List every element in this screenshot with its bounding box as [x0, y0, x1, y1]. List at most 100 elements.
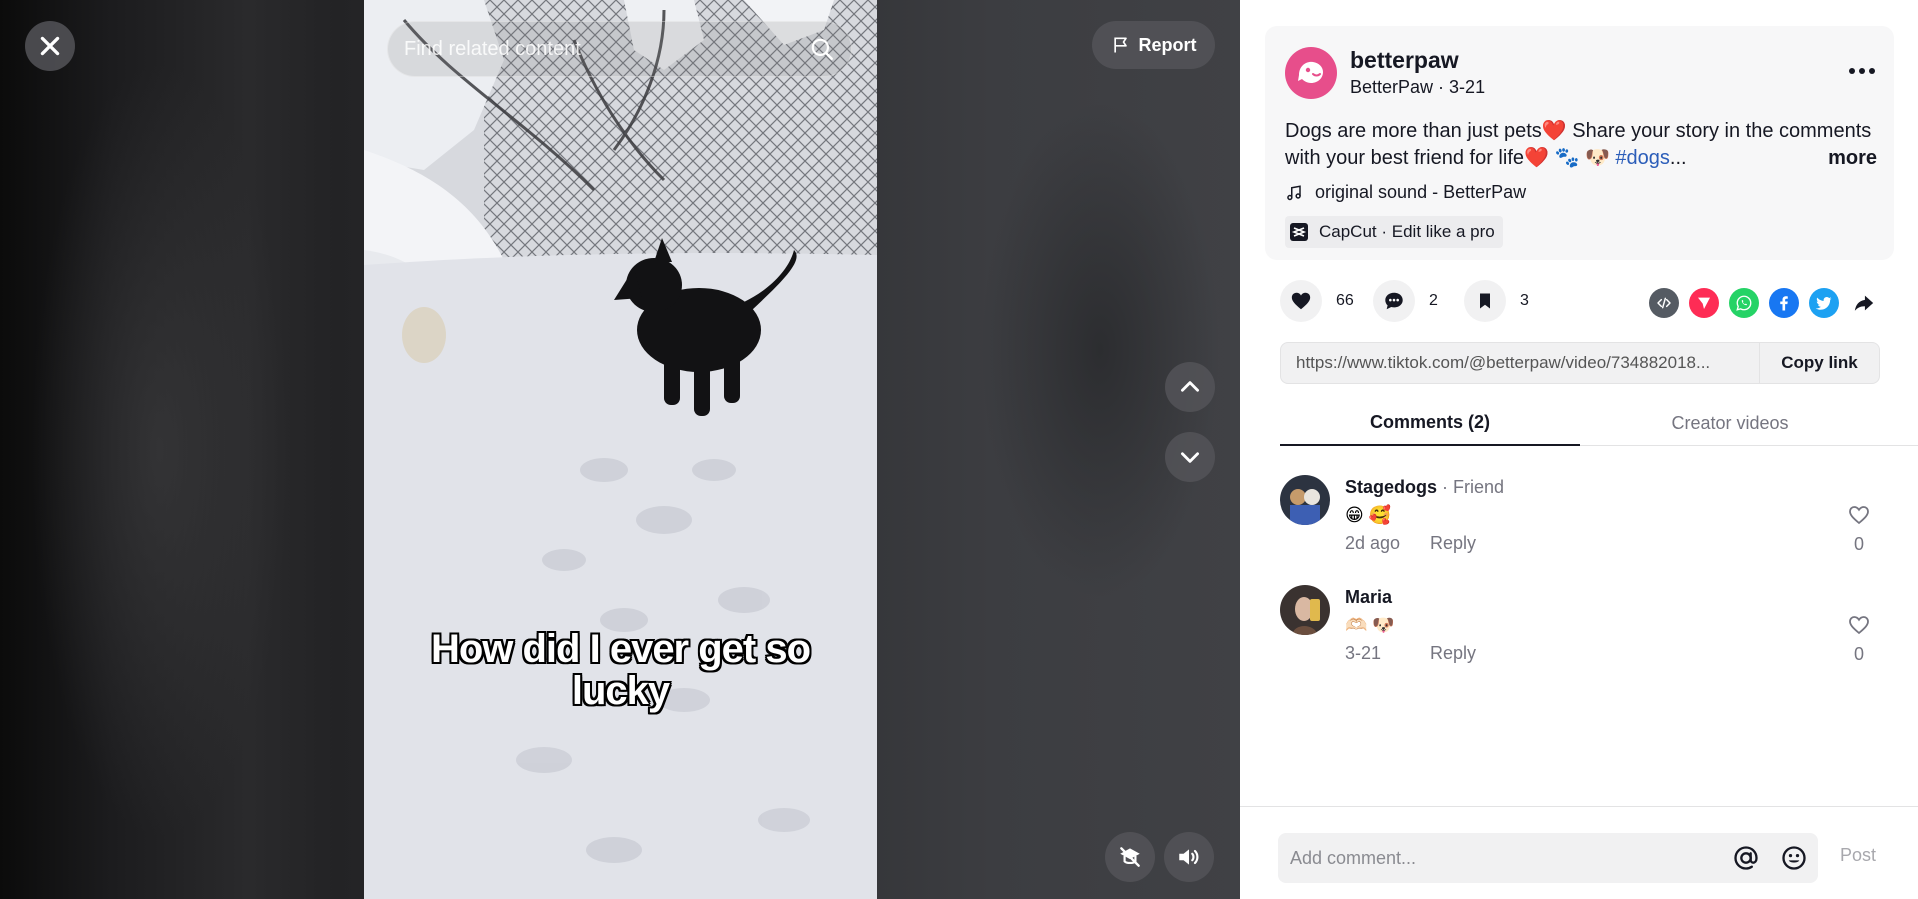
post-date: 3-21	[1449, 77, 1486, 97]
tab-bar: Comments (2) Creator videos	[1280, 400, 1918, 446]
video-frame[interactable]: How did I ever get so lucky	[364, 0, 877, 899]
reply-button[interactable]: Reply	[1430, 533, 1476, 554]
caption-line-1: How did I ever get so	[430, 627, 811, 671]
meta-separator: ·	[1433, 77, 1450, 97]
betterpaw-logo-icon	[1298, 61, 1323, 83]
comment-count: 2	[1429, 292, 1438, 309]
tab-creator-videos[interactable]: Creator videos	[1580, 400, 1880, 446]
twitter-share-button[interactable]	[1809, 288, 1839, 318]
video-link[interactable]: https://www.tiktok.com/@betterpaw/video/…	[1281, 353, 1759, 373]
chevron-up-icon	[1181, 381, 1199, 392]
comment-like[interactable]: 0	[1842, 503, 1876, 555]
video-scene	[364, 0, 877, 899]
save-count: 3	[1520, 292, 1529, 309]
heart-emoji: ❤️	[1541, 120, 1567, 142]
comment-text: 😁 🥰	[1345, 505, 1392, 525]
paw-emoji: 🐾	[1554, 147, 1580, 169]
flag-icon	[1113, 37, 1127, 53]
facebook-icon	[1780, 296, 1788, 311]
action-bar: 66 2 3	[1280, 280, 1884, 322]
embed-button[interactable]	[1649, 288, 1679, 318]
commenter-name[interactable]: Stagedogs	[1345, 477, 1437, 497]
post-comment-button[interactable]: Post	[1840, 845, 1876, 866]
comment-like-count: 0	[1853, 644, 1864, 664]
comment-time: 3-21	[1345, 643, 1382, 663]
close-icon	[40, 36, 60, 56]
comment-item: Stagedogs · Friend 😁 🥰 2d ago Reply 0	[1280, 475, 1880, 565]
capcut-icon	[1290, 223, 1308, 241]
more-options-button[interactable]	[1845, 56, 1879, 86]
comment-input[interactable]	[1290, 847, 1732, 869]
search-bar	[387, 21, 852, 77]
heart-icon	[1291, 292, 1311, 310]
reply-button[interactable]: Reply	[1430, 643, 1476, 664]
avatar[interactable]	[1285, 47, 1337, 99]
save-button[interactable]	[1464, 280, 1506, 322]
close-button[interactable]	[25, 21, 75, 71]
comment-text: 🫶🏻 🐶	[1345, 615, 1395, 635]
comment-time: 2d ago	[1345, 533, 1401, 553]
search-input[interactable]	[404, 37, 809, 61]
comment-item: Maria 🫶🏻 🐶 3-21 Reply 0	[1280, 585, 1880, 675]
background-blur-left	[30, 60, 290, 840]
copy-link-button[interactable]: Copy link	[1759, 342, 1879, 384]
pip-icon	[1120, 847, 1140, 867]
emoji-icon[interactable]	[1780, 844, 1808, 872]
heart-outline-icon[interactable]	[1847, 613, 1871, 637]
comment-action[interactable]: 2	[1373, 280, 1438, 322]
next-video-button[interactable]	[1165, 432, 1215, 482]
volume-button[interactable]	[1164, 832, 1214, 882]
share-more-button[interactable]	[1849, 288, 1879, 318]
author-meta: BetterPaw · 3-21	[1350, 77, 1485, 98]
commenter-name[interactable]: Maria	[1345, 587, 1392, 607]
copy-link-row: https://www.tiktok.com/@betterpaw/video/…	[1280, 342, 1880, 384]
hashtag-dogs[interactable]: #dogs	[1615, 147, 1670, 169]
report-label: Report	[1138, 34, 1197, 55]
sound-link[interactable]: original sound - BetterPaw	[1285, 182, 1526, 203]
video-player: How did I ever get so lucky Report	[0, 0, 1240, 899]
commenter-name-row: Stagedogs · Friend	[1345, 477, 1504, 498]
display-name[interactable]: BetterPaw	[1350, 77, 1433, 97]
whatsapp-share-button[interactable]	[1729, 288, 1759, 318]
capcut-label: CapCut · Edit like a pro	[1319, 222, 1495, 241]
pip-button[interactable]	[1105, 832, 1155, 882]
commenter-avatar[interactable]	[1280, 475, 1330, 525]
volume-icon	[1179, 849, 1199, 865]
description-text-1: Dogs are more than just pets	[1285, 120, 1542, 142]
capcut-link[interactable]: CapCut · Edit like a pro	[1285, 216, 1503, 248]
send-icon	[1698, 297, 1710, 309]
comment-button[interactable]	[1373, 280, 1415, 322]
video-caption: How did I ever get so lucky	[364, 628, 877, 712]
friend-badge: · Friend	[1437, 477, 1505, 497]
caption-line-2: lucky	[571, 669, 670, 713]
mention-icon[interactable]	[1732, 844, 1760, 872]
side-panel: betterpaw BetterPaw · 3-21 Dogs are more…	[1240, 0, 1918, 899]
tab-comments[interactable]: Comments (2)	[1280, 400, 1580, 446]
heart-emoji-2: ❤️	[1524, 147, 1549, 169]
whatsapp-icon	[1736, 295, 1752, 311]
commenter-avatar[interactable]	[1280, 585, 1330, 635]
previous-video-button[interactable]	[1165, 362, 1215, 412]
facebook-share-button[interactable]	[1769, 288, 1799, 318]
comment-like[interactable]: 0	[1842, 613, 1876, 665]
post-info-card: betterpaw BetterPaw · 3-21 Dogs are more…	[1265, 26, 1894, 260]
search-icon[interactable]	[809, 36, 835, 62]
description-ellipsis: ...	[1669, 147, 1687, 169]
comment-like-count: 0	[1853, 534, 1864, 554]
background-blur-right	[980, 100, 1220, 600]
heart-outline-icon[interactable]	[1847, 503, 1871, 527]
report-button[interactable]: Report	[1092, 21, 1215, 69]
more-icon	[1849, 68, 1875, 74]
commenter-name-row: Maria	[1345, 587, 1392, 608]
send-to-friends-button[interactable]	[1689, 288, 1719, 318]
like-action[interactable]: 66	[1280, 280, 1354, 322]
save-action[interactable]: 3	[1464, 280, 1529, 322]
avatar-image	[1280, 585, 1330, 635]
dog-emoji: 🐶	[1584, 147, 1610, 169]
music-note-icon	[1287, 184, 1301, 200]
comment-icon	[1385, 292, 1403, 310]
like-count: 66	[1336, 292, 1354, 309]
like-button[interactable]	[1280, 280, 1322, 322]
username[interactable]: betterpaw	[1350, 47, 1459, 74]
more-button[interactable]: more	[1820, 145, 1877, 172]
